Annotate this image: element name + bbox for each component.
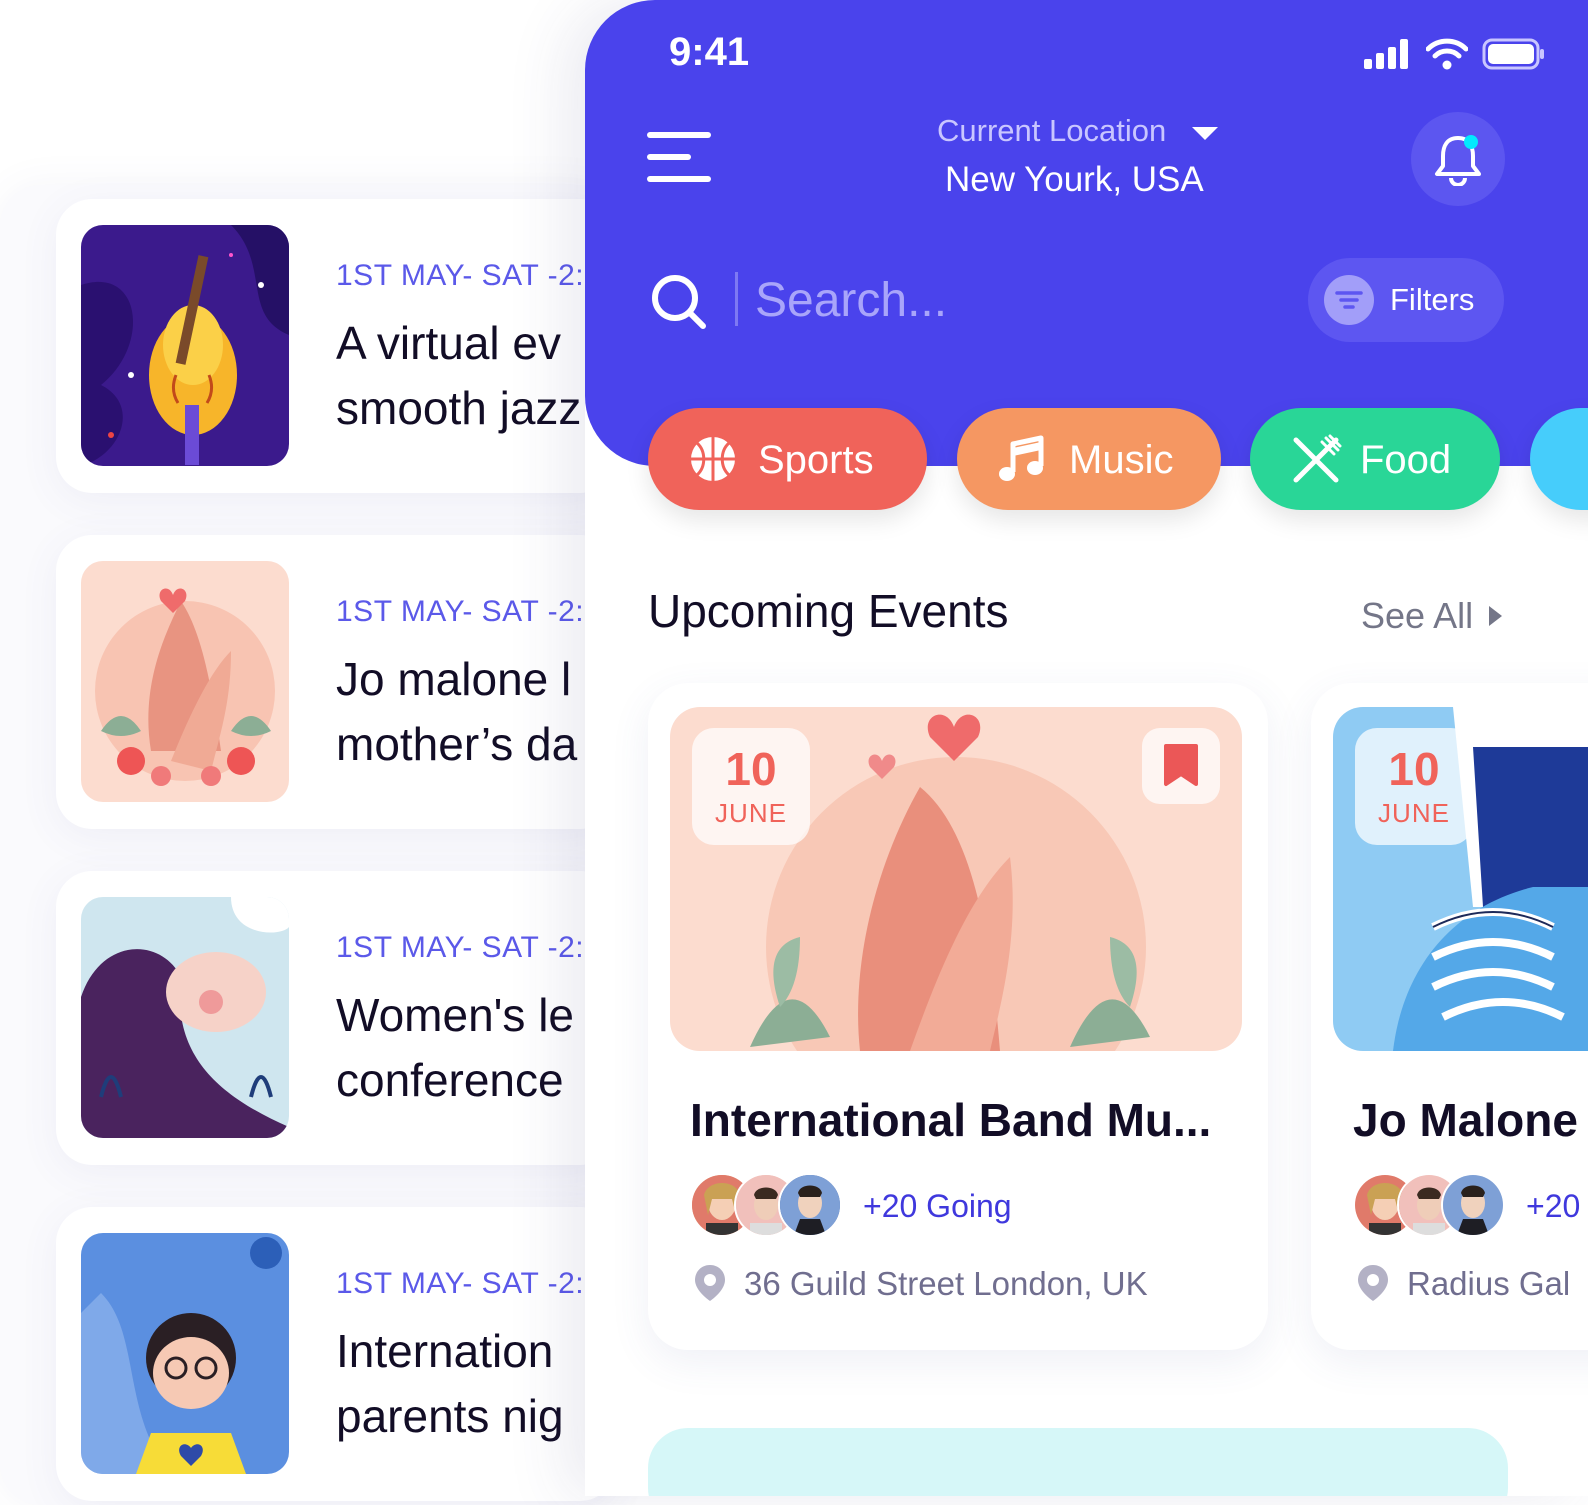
event-date: 1ST MAY- SAT -2: (336, 931, 585, 964)
event-thumbnail (81, 561, 289, 802)
event-card[interactable]: 10 JUNE Jo Malone +20 Radius Gal (1311, 683, 1588, 1350)
avatar (1441, 1173, 1505, 1237)
location-pin-icon (695, 1265, 725, 1301)
signal-icon (1364, 39, 1408, 69)
location-pin-icon (1358, 1265, 1388, 1301)
category-label: Music (1069, 438, 1174, 482)
menu-icon[interactable] (647, 130, 713, 186)
going-count: +20 Going (863, 1188, 1012, 1224)
date-day: 10 (1388, 743, 1440, 795)
event-title: International Band Mu... (690, 1094, 1212, 1146)
event-address: 36 Guild Street London, UK (744, 1265, 1148, 1302)
category-label: Food (1360, 438, 1452, 482)
date-badge: 10 JUNE (692, 728, 810, 845)
promo-banner[interactable] (648, 1428, 1508, 1496)
category-food[interactable]: Food (1250, 408, 1500, 510)
event-thumbnail (81, 897, 289, 1138)
search-icon (652, 275, 706, 329)
location-label: Current Location (937, 113, 1167, 148)
search-divider (735, 272, 738, 326)
basketball-icon (691, 437, 735, 481)
event-date: 1ST MAY- SAT -2: (336, 259, 585, 292)
event-image: 10 JUNE (670, 707, 1242, 1051)
see-all-arrow-icon[interactable] (1489, 606, 1502, 626)
battery-icon (1482, 38, 1544, 70)
bookmark-icon (1164, 744, 1198, 786)
filter-icon (1324, 275, 1374, 325)
date-day: 10 (725, 743, 777, 795)
status-icons (1364, 38, 1546, 70)
date-month: JUNE (715, 798, 787, 828)
event-thumbnail (81, 225, 289, 466)
category-label: Sports (758, 438, 874, 482)
location-value[interactable]: New Yourk, USA (945, 160, 1204, 200)
see-all-link[interactable]: See All (1361, 595, 1473, 637)
wifi-icon (1426, 38, 1468, 70)
date-month: JUNE (1378, 798, 1450, 828)
list-item[interactable]: 1ST MAY- SAT -2: Women's le conference (56, 871, 616, 1165)
event-thumbnail (81, 1233, 289, 1474)
search-input[interactable] (753, 264, 1117, 336)
event-card[interactable]: 10 JUNE International Band Mu... +20 Goi… (648, 683, 1268, 1350)
list-item[interactable]: 1ST MAY- SAT -2: A virtual ev smooth jaz… (56, 199, 616, 493)
category-sports[interactable]: Sports (648, 408, 927, 510)
bell-icon (1435, 135, 1481, 186)
category-music[interactable]: Music (957, 408, 1221, 510)
event-address: Radius Gal (1407, 1265, 1571, 1302)
filters-button[interactable]: Filters (1308, 258, 1504, 342)
event-list-panel: 1ST MAY- SAT -2: A virtual ev smooth jaz… (0, 185, 620, 1505)
phone-screen: 9:41 Current Location New Yourk, USA Sea… (585, 0, 1588, 1496)
bookmark-button[interactable] (1142, 728, 1220, 804)
going-count: +20 (1526, 1188, 1581, 1224)
avatar (778, 1173, 842, 1237)
event-title: Jo Malone (1353, 1094, 1578, 1146)
filters-label: Filters (1390, 282, 1475, 317)
attendee-avatars (690, 1173, 842, 1237)
music-note-icon (999, 435, 1044, 481)
section-title: Upcoming Events (648, 585, 1009, 637)
fork-knife-icon (1293, 434, 1342, 483)
list-item[interactable]: 1ST MAY- SAT -2: Internation parents nig (56, 1207, 616, 1501)
event-image: 10 JUNE (1333, 707, 1588, 1051)
attendee-avatars (1353, 1173, 1505, 1237)
location-dropdown-icon[interactable] (1192, 127, 1218, 140)
status-time: 9:41 (669, 30, 750, 74)
header: 9:41 Current Location New Yourk, USA Sea… (585, 0, 1588, 466)
event-date: 1ST MAY- SAT -2: (336, 1267, 585, 1300)
notification-button[interactable] (1411, 112, 1505, 206)
event-date: 1ST MAY- SAT -2: (336, 595, 585, 628)
list-item[interactable]: 1ST MAY- SAT -2: Jo malone l mother’s da (56, 535, 616, 829)
date-badge: 10 JUNE (1355, 728, 1473, 845)
